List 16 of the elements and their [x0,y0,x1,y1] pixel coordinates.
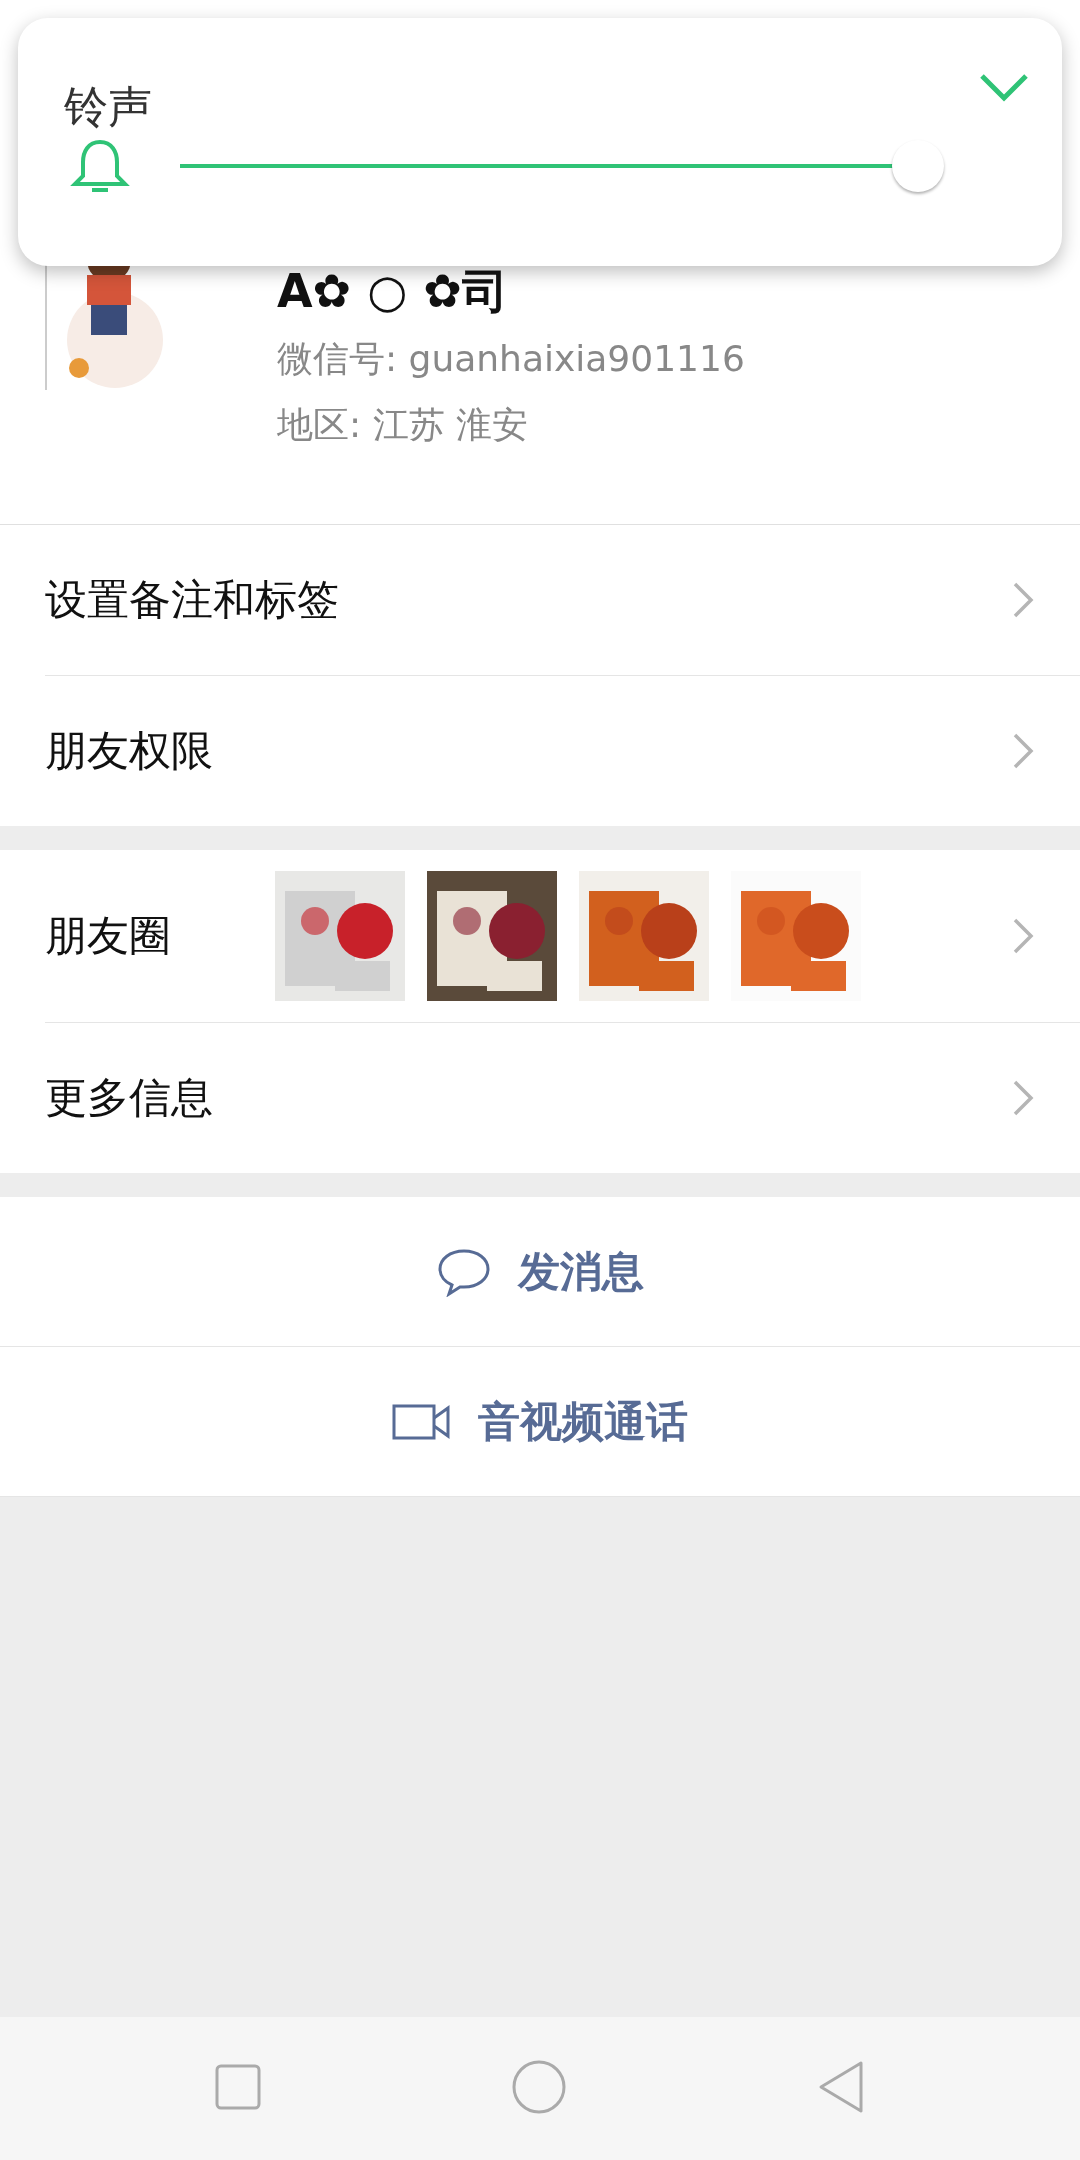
panel-title: 铃声 [64,80,152,134]
chevron-right-icon [1011,731,1035,771]
message-button[interactable]: 发消息 [0,1197,1080,1347]
row-label: 朋友权限 [45,725,214,777]
chevron-right-icon [1011,580,1035,620]
recent-apps-icon[interactable] [215,2064,261,2113]
row-label: 设置备注和标签 [45,574,339,626]
chevron-right-icon [1011,1078,1035,1118]
chevron-right-icon [1011,916,1035,956]
region: 地区: 江苏 淮安 [277,403,529,447]
call-button[interactable]: 音视频通话 [0,1347,1080,1497]
slider-thumb[interactable] [891,140,944,192]
row-label: 朋友圈 [45,910,172,962]
contact-name: A✿ ○ ✿司 [277,264,509,318]
row-label: 更多信息 [45,1072,214,1124]
wechat-id: 微信号: guanhaixia901116 [277,337,745,381]
